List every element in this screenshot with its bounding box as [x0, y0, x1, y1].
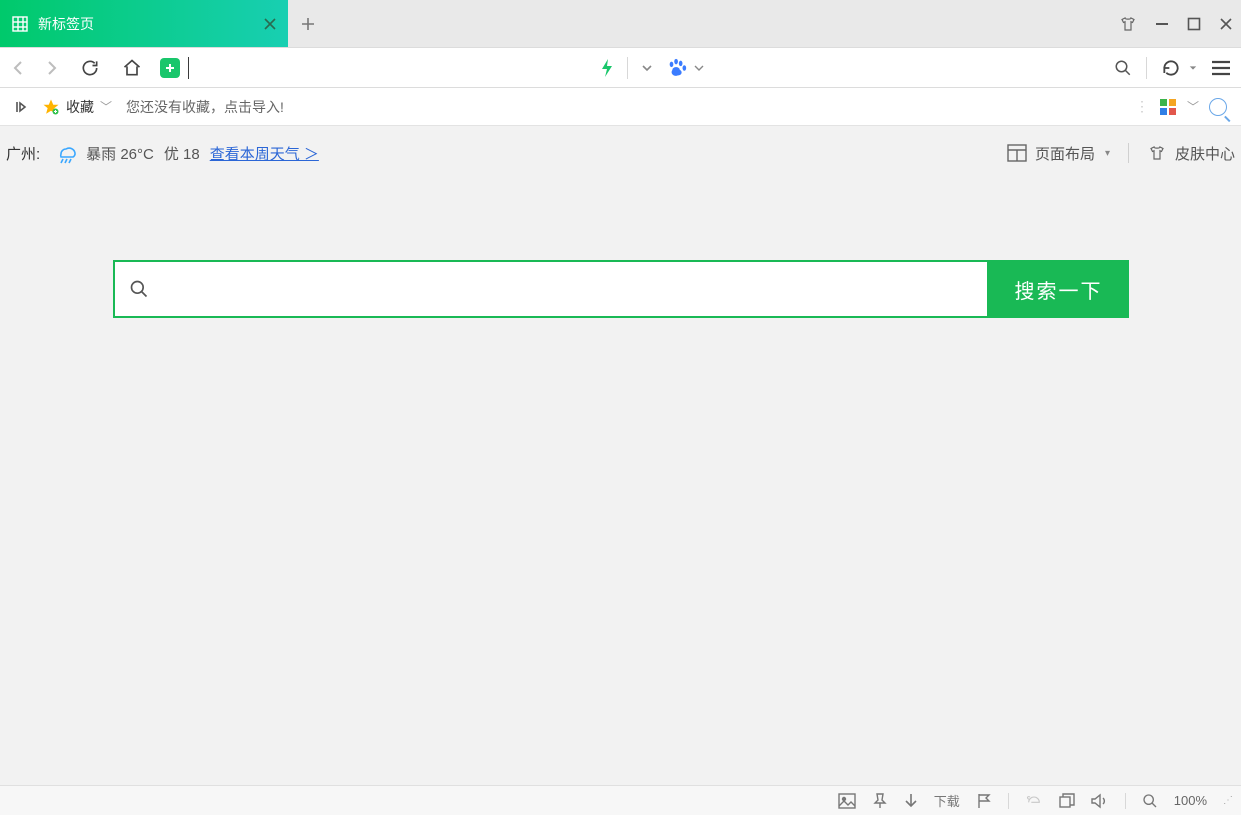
- rain-icon: [54, 142, 78, 164]
- window-controls: [1119, 0, 1233, 47]
- browser-tab-newtab[interactable]: 新标签页: [0, 0, 288, 47]
- chevron-down-icon[interactable]: ﹀: [1187, 98, 1199, 115]
- maximize-button[interactable]: [1187, 17, 1201, 31]
- restore-window-icon[interactable]: [1059, 793, 1075, 809]
- address-bar-right-icons: [203, 57, 1100, 79]
- skin-center-label: 皮肤中心: [1175, 143, 1235, 164]
- new-tab-button[interactable]: [288, 0, 328, 47]
- info-bar-right: 页面布局 ▾ 皮肤中心: [1007, 143, 1235, 164]
- bookmarks-empty-hint[interactable]: 您还没有收藏，点击导入!: [126, 97, 284, 117]
- pin-icon[interactable]: [872, 793, 888, 809]
- chevron-down-icon: ﹀: [100, 98, 112, 115]
- find-on-page-icon[interactable]: [1209, 98, 1227, 116]
- undo-button[interactable]: [1161, 58, 1181, 78]
- baidu-paw-icon[interactable]: [666, 57, 688, 79]
- search-icon[interactable]: [1114, 59, 1132, 77]
- page-layout-button[interactable]: 页面布局 ▾: [1007, 143, 1110, 164]
- flag-icon[interactable]: [976, 793, 992, 809]
- search-input-wrap[interactable]: [113, 260, 989, 318]
- reload-button[interactable]: [80, 58, 100, 78]
- back-button[interactable]: [10, 59, 28, 77]
- dots-icon: ⋮: [1135, 98, 1149, 115]
- bookmarks-bar-right: ⋮ ﹀: [1135, 98, 1227, 116]
- resize-grip-icon[interactable]: ⋰: [1223, 795, 1231, 806]
- tshirt-icon[interactable]: [1119, 15, 1137, 33]
- info-bar: 广州: 暴雨 26°C 优 18 查看本周天气 ＞ 页面布局 ▾ 皮肤中心: [0, 126, 1241, 180]
- tab-title: 新标签页: [38, 14, 94, 34]
- triangle-down-icon: ▾: [1105, 148, 1110, 159]
- favorites-label: 收藏: [66, 97, 94, 117]
- navigation-bar: [0, 47, 1241, 88]
- search-input[interactable]: [159, 262, 973, 316]
- minimize-button[interactable]: [1155, 17, 1169, 31]
- new-tab-content: 搜索一下: [0, 180, 1241, 785]
- speed-dial-icon: [12, 16, 28, 32]
- dropdown-chevron-icon[interactable]: [640, 61, 654, 75]
- zoom-icon[interactable]: [1142, 793, 1158, 809]
- image-icon[interactable]: [838, 793, 856, 809]
- extensions-icon[interactable]: [1159, 98, 1177, 116]
- favorites-button[interactable]: 收藏 ﹀: [42, 97, 112, 117]
- aqi-label: 优 18: [164, 143, 200, 164]
- ie-mode-icon[interactable]: [1025, 793, 1043, 809]
- toggle-sidebar-icon[interactable]: [14, 100, 28, 114]
- close-window-button[interactable]: [1219, 17, 1233, 31]
- search-icon: [129, 279, 149, 299]
- download-arrow-icon[interactable]: [904, 793, 918, 809]
- bookmarks-bar: 收藏 ﹀ 您还没有收藏，点击导入! ⋮ ﹀: [0, 88, 1241, 126]
- hamburger-menu-button[interactable]: [1211, 59, 1231, 77]
- search-submit-button[interactable]: 搜索一下: [989, 260, 1129, 318]
- lightning-icon[interactable]: [599, 58, 615, 78]
- shield-icon: [160, 58, 180, 78]
- star-icon: [42, 98, 60, 116]
- zoom-level[interactable]: 100%: [1174, 793, 1207, 808]
- tab-close-icon[interactable]: [264, 18, 276, 30]
- mute-icon[interactable]: [1091, 793, 1109, 809]
- status-bar: 下载 100% ⋰: [0, 785, 1241, 815]
- forward-button[interactable]: [42, 59, 60, 77]
- skin-center-button[interactable]: 皮肤中心: [1147, 143, 1235, 164]
- main-search-box: 搜索一下: [113, 260, 1129, 318]
- weekly-weather-link[interactable]: 查看本周天气 ＞: [210, 143, 319, 164]
- baidu-dropdown-icon[interactable]: [694, 63, 704, 73]
- page-layout-label: 页面布局: [1035, 143, 1095, 164]
- weather-condition: 暴雨 26°C: [86, 143, 154, 164]
- caret-icon: [188, 57, 189, 79]
- undo-dropdown-icon[interactable]: [1189, 64, 1197, 72]
- title-bar: 新标签页: [0, 0, 1241, 47]
- navbar-right: [1114, 57, 1231, 79]
- city-label: 广州:: [6, 143, 40, 164]
- home-button[interactable]: [122, 58, 142, 78]
- download-label[interactable]: 下载: [934, 791, 960, 810]
- address-bar[interactable]: [160, 57, 189, 79]
